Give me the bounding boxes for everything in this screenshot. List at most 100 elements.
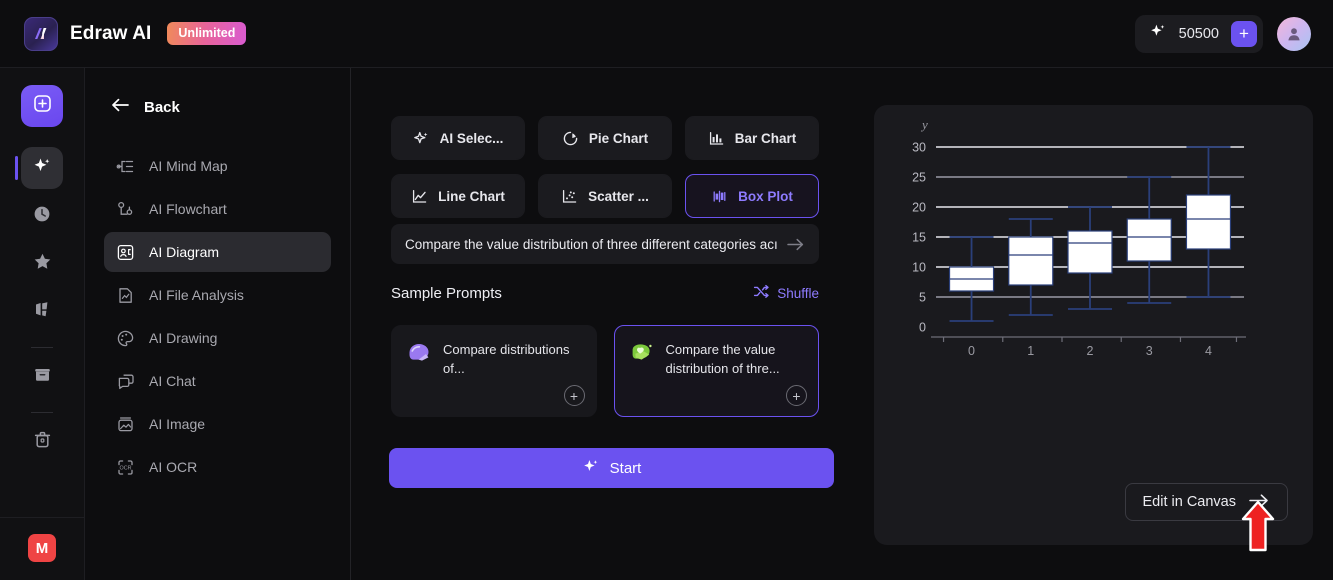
sample-prompt-card-2[interactable]: Compare the value distribution of thre..… [613, 325, 819, 417]
box-plot-item: 2 [1061, 206, 1113, 358]
star-icon [32, 251, 53, 277]
chart-type-scatter-chart[interactable]: Scatter ... [538, 174, 672, 218]
top-bar-right: 50500 + [1134, 14, 1311, 53]
edraw-logo-icon [24, 16, 58, 51]
ocr-icon: OCR [116, 458, 135, 477]
sidebar-item-label: AI Chat [149, 373, 196, 389]
rail-item-ai-tools[interactable] [15, 147, 63, 189]
sidebar-item-ai-ocr[interactable]: OCR AI OCR [104, 447, 331, 487]
start-button[interactable]: Start [389, 448, 834, 488]
chart-preview-panel: y 0 5 10 15 20 25 30 0 1 2 3 4 Edit in Canvas [874, 105, 1313, 545]
chart-type-label: Pie Chart [588, 130, 649, 146]
box-rect [1067, 230, 1113, 274]
y-tick-label: 15 [912, 231, 926, 245]
rail-item-recent[interactable] [21, 195, 63, 237]
y-tick-label: 25 [912, 171, 926, 185]
prompt-input[interactable]: Compare the value distribution of three … [391, 224, 819, 264]
start-label: Start [609, 459, 642, 477]
chart-type-label: Scatter ... [588, 188, 649, 204]
box-plot-item: 4 [1179, 146, 1232, 358]
x-tick-label: 0 [968, 344, 975, 358]
arrow-right-icon[interactable] [786, 237, 805, 252]
x-tick-label: 4 [1205, 344, 1212, 358]
back-button[interactable]: Back [104, 68, 331, 124]
sidebar-item-label: AI Diagram [149, 244, 220, 260]
edit-in-canvas-label: Edit in Canvas [1142, 494, 1237, 510]
chart-type-grid: AI Selec... Pie Chart Bar Chart Line Cha… [391, 116, 819, 218]
palette-icon [116, 329, 135, 348]
chart-type-bar-chart[interactable]: Bar Chart [685, 116, 819, 160]
sidebar-item-ai-flowchart[interactable]: AI Flowchart [104, 189, 331, 229]
top-bar: Edraw AI Unlimited 50500 + [0, 0, 1333, 68]
sidebar-item-label: AI File Analysis [149, 287, 244, 303]
pie-chart-icon [562, 130, 579, 147]
workspace-badge[interactable]: M [28, 534, 56, 562]
file-analysis-icon [116, 286, 135, 305]
image-icon [116, 415, 135, 434]
y-tick-label: 5 [919, 291, 926, 305]
y-tick-label: 20 [912, 201, 926, 215]
arrow-left-icon [110, 97, 130, 118]
add-prompt-button[interactable]: + [786, 385, 807, 406]
sidebar-item-ai-diagram[interactable]: AI Diagram [104, 232, 331, 272]
sidebar-item-label: AI OCR [149, 459, 198, 475]
card-text: Compare the value distribution of thre..… [665, 342, 780, 376]
rail-bottom-group: M [0, 517, 84, 580]
brand-name: Edraw AI [70, 22, 152, 44]
sample-prompts-title: Sample Prompts [391, 284, 502, 302]
y-tick-label: 0 [919, 321, 926, 335]
chart-type-line-chart[interactable]: Line Chart [391, 174, 525, 218]
chart-type-label: Box Plot [738, 188, 793, 204]
chart-type-box-plot[interactable]: Box Plot [685, 174, 819, 218]
sidebar-item-label: AI Image [149, 416, 206, 432]
plan-badge: Unlimited [167, 22, 247, 45]
rail-item-templates[interactable] [21, 291, 63, 333]
card-text: Compare distributions of... [443, 342, 570, 376]
sidebar-item-label: AI Flowchart [149, 201, 227, 217]
avatar[interactable] [1277, 16, 1311, 51]
icon-rail: M [0, 68, 85, 580]
sample-prompt-card-1[interactable]: Compare distributions of... + [391, 325, 597, 417]
shuffle-label: Shuffle [777, 285, 819, 301]
add-prompt-button[interactable]: + [563, 385, 585, 406]
credits-pill[interactable]: 50500 + [1134, 14, 1263, 53]
sidebar-item-ai-chat[interactable]: AI Chat [104, 361, 331, 401]
trash-icon [32, 429, 53, 455]
y-axis-label: y [920, 117, 928, 132]
add-credits-button[interactable]: + [1231, 20, 1257, 47]
rail-divider [31, 412, 53, 413]
sidebar-item-label: AI Mind Map [149, 158, 228, 174]
main-content: AI Selec... Pie Chart Bar Chart Line Cha… [351, 68, 1333, 580]
rail-top-group [15, 68, 63, 469]
purple-chat-bubble-icon [406, 340, 432, 366]
sidebar-item-ai-drawing[interactable]: AI Drawing [104, 318, 331, 358]
box-rect [1126, 218, 1172, 262]
diagram-icon [116, 243, 135, 262]
sidebar-item-ai-image[interactable]: AI Image [104, 404, 331, 444]
sidebar-item-ai-mind-map[interactable]: AI Mind Map [104, 146, 331, 186]
box-rect [1185, 194, 1232, 250]
sidebar: Back AI Mind Map AI Flowchart AI Diagram… [85, 68, 351, 580]
chart-type-label: Line Chart [438, 188, 505, 204]
rail-item-trash[interactable] [21, 421, 63, 463]
sidebar-item-ai-file-analysis[interactable]: AI File Analysis [104, 275, 331, 315]
box-plot-icon [711, 188, 728, 205]
green-chat-bubble-icon [629, 340, 655, 366]
sample-prompts-header: Sample Prompts Shuffle [391, 284, 819, 302]
chart-type-ai-select[interactable]: AI Selec... [391, 116, 525, 160]
chart-type-pie-chart[interactable]: Pie Chart [538, 116, 672, 160]
rail-divider [31, 347, 53, 348]
plus-square-icon [32, 93, 53, 119]
x-tick-label: 2 [1087, 344, 1094, 358]
mind-map-icon [116, 157, 135, 176]
shuffle-button[interactable]: Shuffle [753, 284, 819, 302]
rail-item-archive[interactable] [21, 356, 63, 398]
sample-prompt-cards: Compare distributions of... + Compare th… [391, 325, 819, 417]
chart-type-label: Bar Chart [734, 130, 797, 146]
flowchart-icon [116, 200, 135, 219]
y-tick-label: 10 [912, 261, 926, 275]
rail-item-new-document[interactable] [21, 85, 63, 127]
shuffle-icon [753, 284, 770, 302]
rail-item-favorites[interactable] [21, 243, 63, 285]
app-root: Edraw AI Unlimited 50500 + M Back AI Min… [0, 0, 1333, 580]
